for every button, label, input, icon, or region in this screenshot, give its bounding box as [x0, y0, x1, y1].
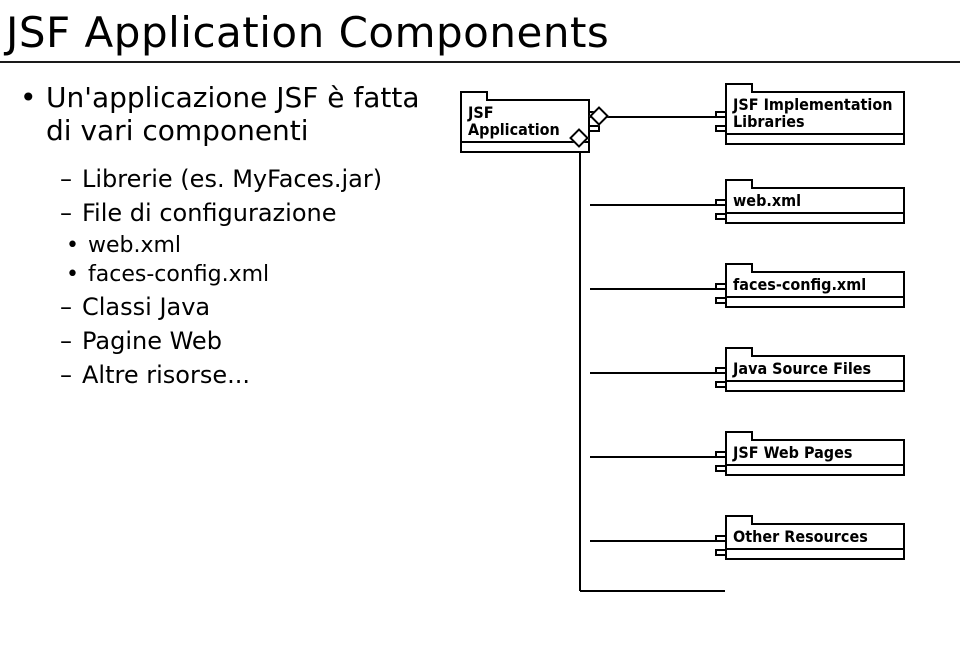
uml-box-jsf-application: JSF Application [460, 99, 590, 153]
bullet-list-column: Un'applicazione JSF è fatta di vari comp… [0, 81, 440, 395]
bullet-other-resources: Altre risorse... [60, 361, 440, 389]
content-area: Un'applicazione JSF è fatta di vari comp… [0, 81, 960, 641]
bullet-facesconfig: faces-config.xml [66, 262, 440, 287]
uml-box-web-pages: JSF Web Pages [725, 439, 905, 476]
bullet-java-classes: Classi Java [60, 293, 440, 321]
title-divider [0, 61, 960, 63]
bullet-web-pages: Pagine Web [60, 327, 440, 355]
uml-label-java-source: Java Source Files [727, 357, 903, 382]
uml-box-libraries: JSF Implementation Libraries [725, 91, 905, 145]
uml-label-facesconfig: faces-config.xml [727, 273, 903, 298]
uml-box-webxml: web.xml [725, 187, 905, 224]
bullet-libraries: Librerie (es. MyFaces.jar) [60, 165, 440, 193]
uml-label-webxml: web.xml [727, 189, 903, 214]
uml-label-other-resources: Other Resources [727, 525, 903, 550]
uml-label-web-pages: JSF Web Pages [727, 441, 903, 466]
bullet-config-files: File di configurazione [60, 199, 440, 227]
uml-box-facesconfig: faces-config.xml [725, 271, 905, 308]
uml-diagram: JSF Application JSF Implementation Libra… [440, 81, 940, 641]
bullet-main: Un'applicazione JSF è fatta di vari comp… [20, 81, 440, 147]
uml-label-libraries: JSF Implementation Libraries [727, 93, 903, 135]
uml-box-other-resources: Other Resources [725, 523, 905, 560]
bullet-webxml: web.xml [66, 233, 440, 258]
uml-box-java-source: Java Source Files [725, 355, 905, 392]
slide-title: JSF Application Components [6, 8, 960, 57]
